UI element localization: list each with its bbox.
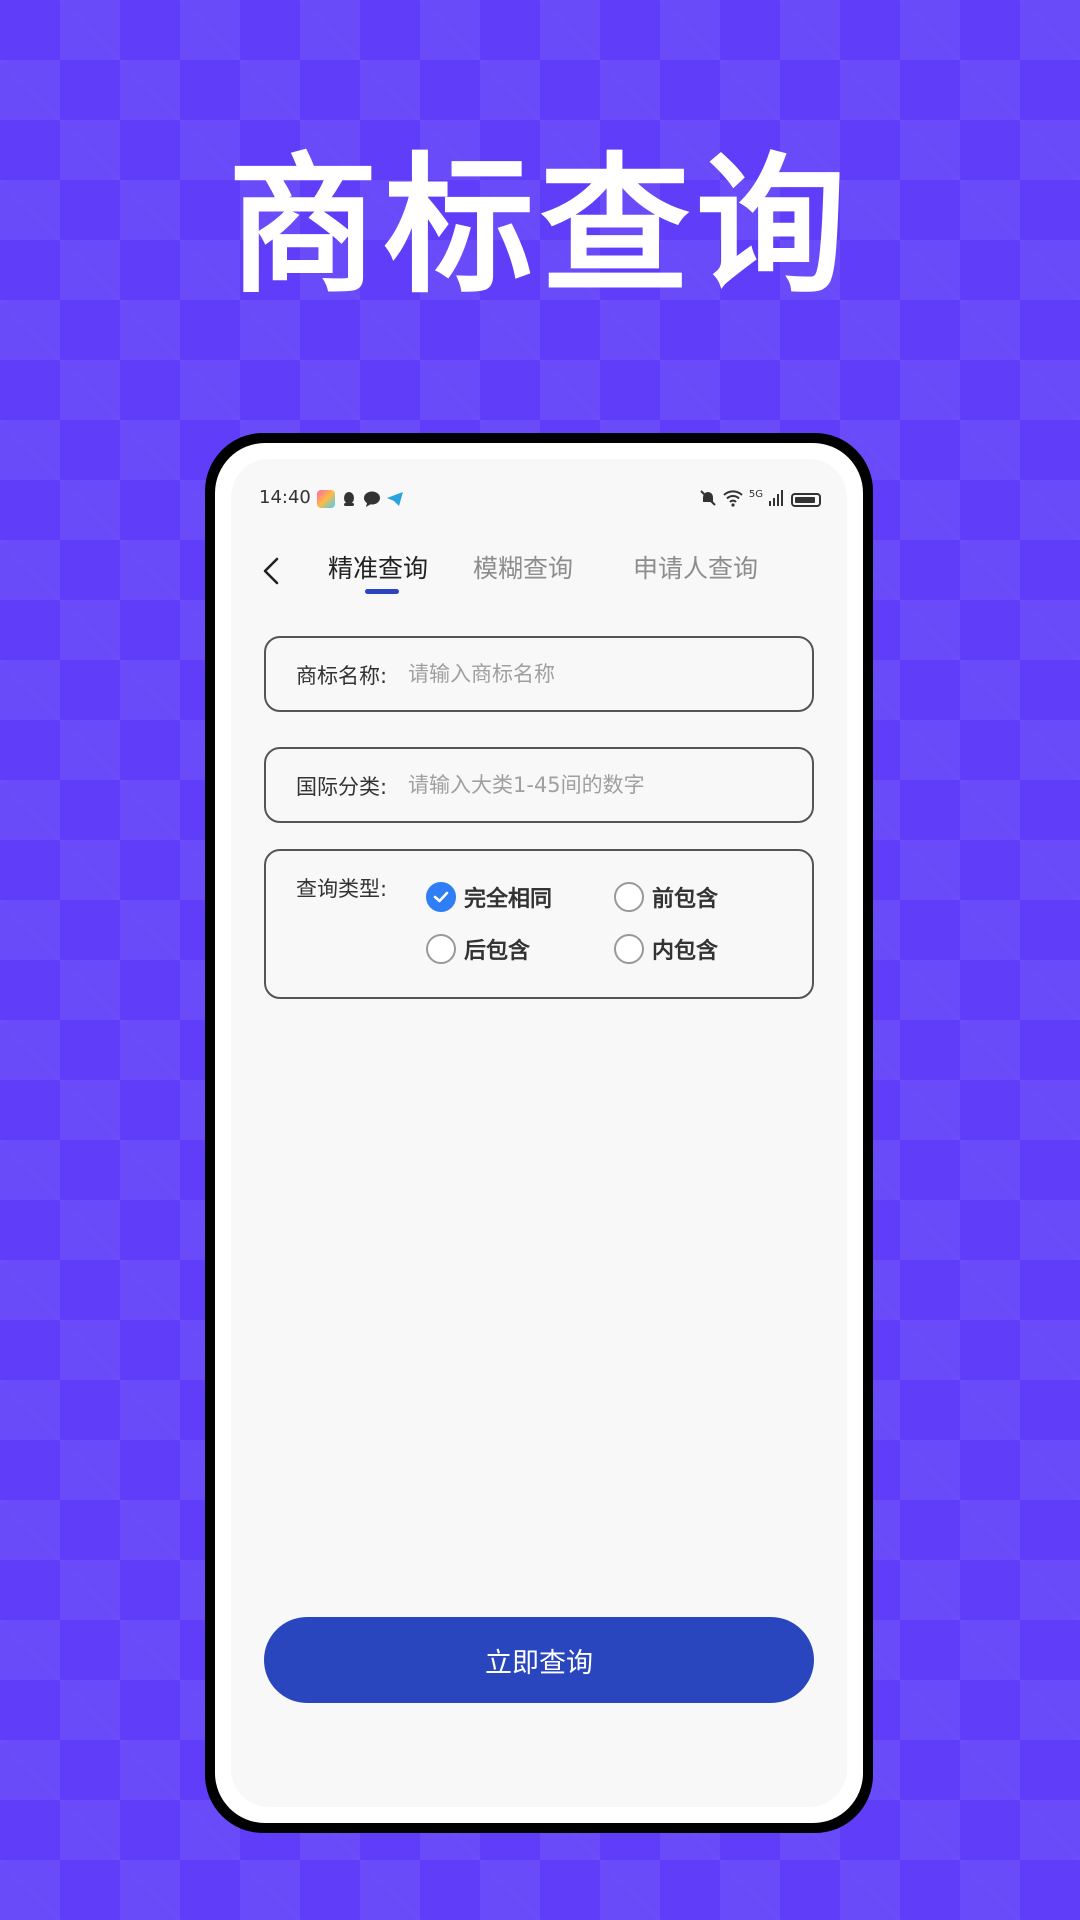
- phone-frame: 14:40 5G 精准查询 模糊查询 申请人查询 商标名称: 请输入商标名称 国…: [205, 433, 873, 1833]
- trademark-name-field: 商标名称:: [264, 636, 814, 712]
- option-contains-match[interactable]: 内包含: [614, 933, 718, 965]
- active-tab-indicator: [365, 589, 399, 594]
- back-button[interactable]: [251, 549, 295, 593]
- hero-title: 商标查询: [227, 140, 852, 314]
- query-type-label: 查询类型:: [296, 877, 388, 901]
- radio-unchecked-icon: [426, 934, 456, 964]
- intl-class-input[interactable]: [408, 763, 788, 807]
- battery-icon: [791, 493, 821, 507]
- query-type-box: 查询类型: 完全相同 前包含 后包含 内包含: [264, 849, 814, 999]
- tab-applicant-search[interactable]: 申请人查询: [633, 549, 758, 585]
- option-prefix-match[interactable]: 前包含: [614, 881, 718, 913]
- search-now-button[interactable]: 立即查询: [264, 1617, 814, 1703]
- trademark-name-label: 商标名称:: [296, 664, 388, 688]
- tab-exact-search[interactable]: 精准查询: [328, 549, 428, 585]
- intl-class-label: 国际分类:: [296, 775, 388, 799]
- radio-unchecked-icon: [614, 882, 644, 912]
- radio-unchecked-icon: [614, 934, 644, 964]
- phone-bezel: 14:40 5G 精准查询 模糊查询 申请人查询 商标名称: 请输入商标名称 国…: [215, 443, 863, 1823]
- option-contains-match-label: 内包含: [652, 939, 719, 964]
- chevron-left-icon: [263, 557, 279, 585]
- qq-icon: [340, 490, 358, 512]
- option-suffix-match[interactable]: 后包含: [426, 933, 530, 965]
- telegram-icon: [386, 490, 404, 512]
- mute-icon: [699, 489, 717, 511]
- option-exact-match-label: 完全相同: [464, 887, 553, 912]
- status-system-icons: 5G: [699, 489, 821, 511]
- message-icon: [363, 490, 381, 512]
- intl-class-field: 国际分类:: [264, 747, 814, 823]
- network-type-label: 5G: [748, 488, 763, 500]
- status-time: 14:40: [259, 487, 311, 508]
- top-navigation: 精准查询 模糊查询 申请人查询: [231, 549, 847, 609]
- app-notification-icon: [317, 490, 335, 508]
- tab-fuzzy-search[interactable]: 模糊查询: [473, 549, 573, 585]
- app-screen: 14:40 5G 精准查询 模糊查询 申请人查询 商标名称: 请输入商标名称 国…: [231, 459, 847, 1807]
- signal-icon: [769, 490, 785, 510]
- trademark-name-input[interactable]: [408, 652, 788, 696]
- status-bar: 14:40 5G: [231, 487, 847, 517]
- option-suffix-match-label: 后包含: [464, 939, 531, 964]
- radio-checked-icon: [426, 882, 456, 912]
- wifi-icon: [723, 489, 743, 511]
- option-prefix-match-label: 前包含: [652, 887, 719, 912]
- option-exact-match[interactable]: 完全相同: [426, 881, 552, 913]
- status-notification-icons: [317, 490, 404, 512]
